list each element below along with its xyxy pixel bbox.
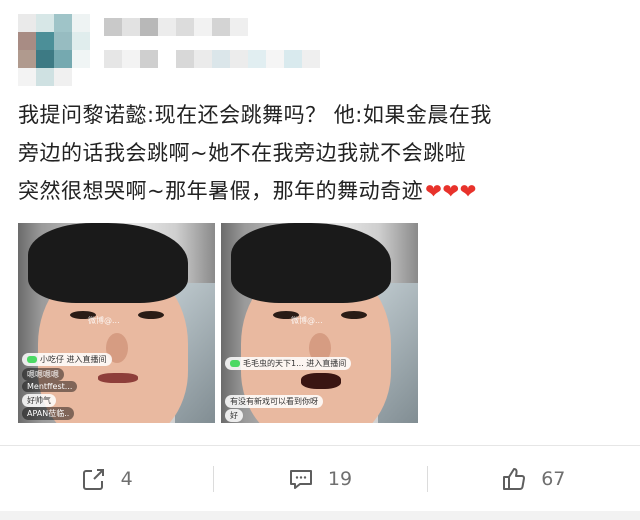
share-icon [82,468,104,490]
live-chat-row: 有没有新戏可以看到你呀 [225,395,323,408]
live-chat-row: APAN莅临.. [22,407,75,420]
image-eye [138,311,164,319]
repost-button[interactable]: 4 [0,446,213,511]
post-text-line: 我提问黎诺懿:现在还会跳舞吗？ 他:如果金晨在我 [18,103,492,127]
image-watermark: 微博@... [88,316,120,325]
comment-count: 19 [327,467,353,490]
live-chat-row: 小吃仔 进入直播间 [22,353,112,366]
heart-icon: ❤❤❤ [425,179,477,203]
post-image-2[interactable]: 微博@... 毛毛虫的天下1... 进入直播间 有没有新戏可以看到你呀 好 [221,223,418,423]
comment-button[interactable]: 19 [213,446,426,511]
image-mouth [98,373,138,383]
image-hair [231,223,391,303]
live-chat-row: 嗯嗯嗯嗯 [22,368,64,381]
feed-divider [0,511,640,520]
live-chat-row: Mentffest... [22,381,78,392]
live-chat-row: 好 [225,409,243,422]
image-eye [341,311,367,319]
post-meta-blurred [104,50,320,68]
like-button[interactable]: 67 [426,446,640,511]
image-watermark: 微博@... [291,316,323,325]
image-hair [28,223,188,303]
post-text-line-content: 突然很想哭啊~那年暑假，那年的舞动奇迹 [18,179,424,203]
comment-icon [289,469,312,489]
action-bar: 4 19 67 [0,445,640,511]
avatar[interactable] [18,14,90,86]
like-count: 67 [541,467,566,490]
live-chat-row: 好帅气 [22,394,56,407]
weibo-post: 我提问黎诺懿:现在还会跳舞吗？ 他:如果金晨在我 旁边的话我会跳啊~她不在我旁边… [0,0,640,520]
live-chat-row: 毛毛虫的天下1... 进入直播间 [225,357,352,370]
image-mouth [301,373,341,389]
thumbs-up-icon [503,467,526,490]
username-blurred[interactable] [104,18,248,36]
post-image-1[interactable]: 微博@... 小吃仔 进入直播间 嗯嗯嗯嗯 Mentffest... 好帅气 A… [18,223,215,423]
post-text-line: 旁边的话我会跳啊~她不在我旁边我就不会跳啦 [18,141,467,165]
post-text-line: 突然很想哭啊~那年暑假，那年的舞动奇迹 ❤❤❤ [18,172,628,210]
post-text: 我提问黎诺懿:现在还会跳舞吗？ 他:如果金晨在我 旁边的话我会跳啊~她不在我旁边… [18,96,628,210]
repost-count: 4 [120,467,133,490]
